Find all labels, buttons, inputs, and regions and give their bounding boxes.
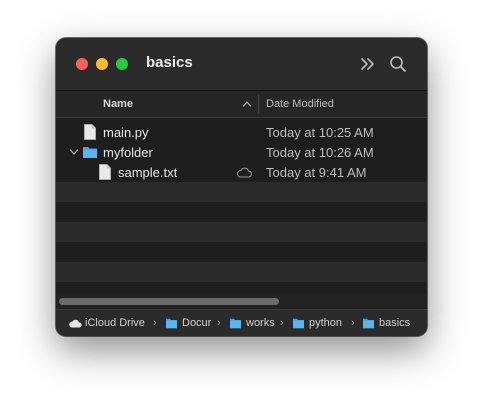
file-list: main.py Today at 10:25 AM myfolder Today… xyxy=(56,122,427,292)
path-separator: › xyxy=(351,317,355,329)
path-item-label: basics xyxy=(379,317,411,329)
cloud-icon[interactable] xyxy=(236,167,252,178)
file-name: main.py xyxy=(103,125,149,140)
list-item[interactable]: sample.txt Today at 9:41 AM xyxy=(56,162,427,182)
folder-icon xyxy=(230,318,241,329)
folder-icon xyxy=(363,318,374,329)
file-date: Today at 10:25 AM xyxy=(266,125,374,140)
path-item-label: iCloud Drive xyxy=(85,317,145,329)
column-date-header[interactable]: Date Modified xyxy=(266,98,334,110)
empty-row xyxy=(56,222,427,242)
folder-icon xyxy=(83,147,97,158)
minimize-button[interactable] xyxy=(96,58,108,70)
file-name: myfolder xyxy=(103,145,153,160)
path-item-label: works xyxy=(246,317,275,329)
maximize-button[interactable] xyxy=(116,58,128,70)
document-icon xyxy=(84,124,96,140)
cloud-icon xyxy=(69,319,82,328)
path-item-documents[interactable]: Docur xyxy=(165,317,213,331)
path-item-python[interactable]: python xyxy=(292,317,350,331)
folder-icon xyxy=(166,318,177,329)
path-separator: › xyxy=(217,317,221,329)
empty-row xyxy=(56,202,427,222)
path-item-basics[interactable]: basics xyxy=(362,317,422,331)
empty-row xyxy=(56,242,427,262)
file-date: Today at 9:41 AM xyxy=(266,165,367,180)
horizontal-scrollbar[interactable] xyxy=(56,294,427,308)
window-title: basics xyxy=(146,54,193,71)
empty-row xyxy=(56,282,427,292)
path-item-icloud-drive[interactable]: iCloud Drive xyxy=(68,317,150,331)
file-date: Today at 10:26 AM xyxy=(266,145,374,160)
scrollbar-thumb[interactable] xyxy=(59,298,279,305)
list-item[interactable]: main.py Today at 10:25 AM xyxy=(56,122,427,142)
path-separator: › xyxy=(153,317,157,329)
folder-icon xyxy=(293,318,304,329)
title-bar: basics xyxy=(56,38,427,90)
search-icon[interactable] xyxy=(388,54,408,74)
path-item-label: Docur xyxy=(182,317,212,329)
document-icon xyxy=(99,164,111,180)
chevron-up-icon[interactable] xyxy=(242,99,252,109)
empty-row xyxy=(56,262,427,282)
path-item-label: python xyxy=(309,317,343,329)
column-name-header[interactable]: Name xyxy=(103,98,133,110)
close-button[interactable] xyxy=(76,58,88,70)
chevron-down-icon[interactable] xyxy=(69,147,79,157)
path-separator: › xyxy=(280,317,284,329)
chevron-double-right-icon[interactable] xyxy=(358,54,378,74)
list-item[interactable]: myfolder Today at 10:26 AM xyxy=(56,142,427,162)
file-name: sample.txt xyxy=(118,165,178,180)
column-divider[interactable] xyxy=(258,95,259,113)
path-bar: iCloud Drive › Docur › works › python › … xyxy=(56,309,427,336)
finder-window: basics Name Date Modified main.py Today … xyxy=(56,38,427,336)
column-header: Name Date Modified xyxy=(56,90,427,118)
empty-row xyxy=(56,182,427,202)
path-item-works[interactable]: works xyxy=(229,317,277,331)
